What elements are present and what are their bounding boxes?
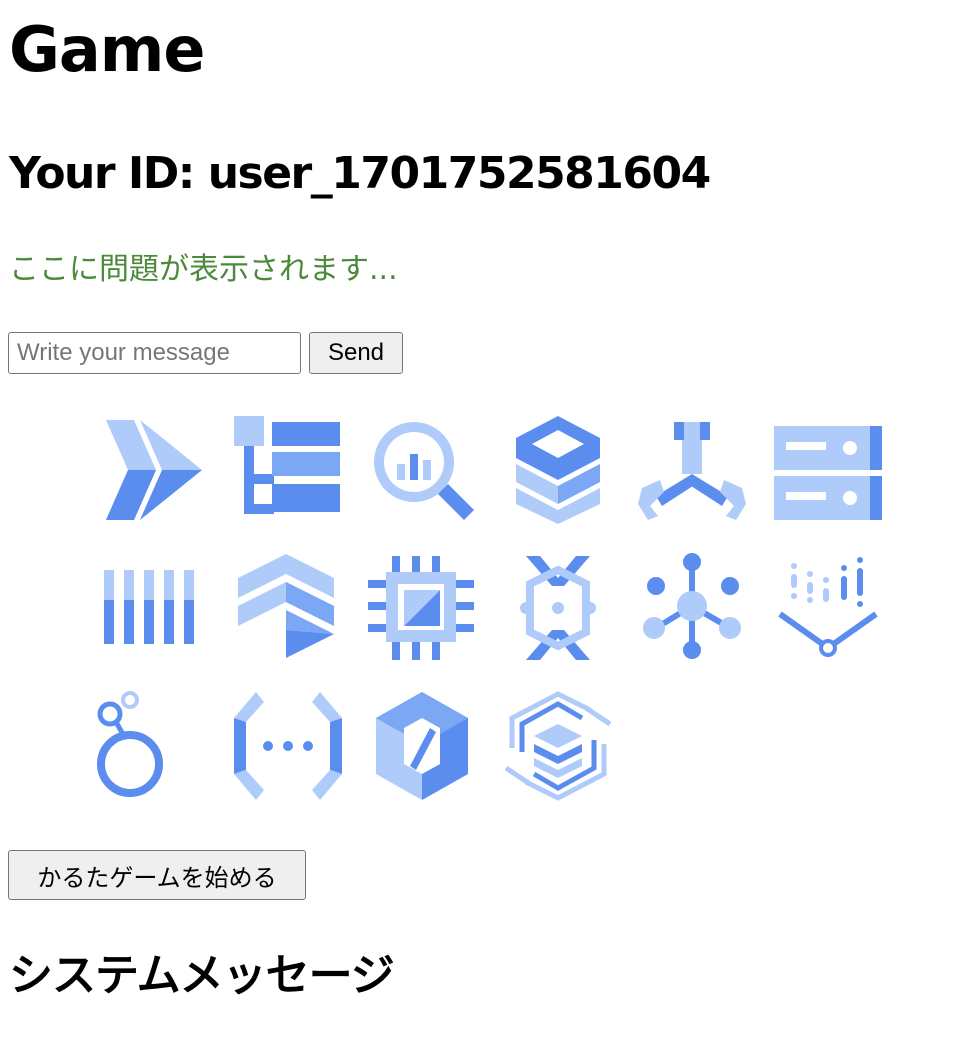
user-id-heading: Your ID: user_1701752581604 <box>9 148 711 199</box>
start-karuta-button[interactable]: かるたゲームを始める <box>8 850 306 900</box>
dataproc-icon[interactable] <box>500 550 616 666</box>
cloud-storage-icon[interactable] <box>500 412 616 528</box>
bigquery-icon[interactable] <box>364 412 480 528</box>
pubsub-columns-icon[interactable] <box>96 550 212 666</box>
network-hub-icon[interactable] <box>634 550 750 666</box>
filestore-icon[interactable] <box>770 412 886 528</box>
looker-icon[interactable] <box>86 688 202 804</box>
tools-icon[interactable] <box>634 412 750 528</box>
compute-engine-icon[interactable] <box>364 550 480 666</box>
security-hexagon-icon[interactable] <box>364 688 480 804</box>
deployment-manager-icon[interactable] <box>230 550 346 666</box>
cloud-functions-icon[interactable] <box>230 688 346 804</box>
dataflow-icon[interactable] <box>96 412 212 528</box>
spiral-stack-icon[interactable] <box>500 688 616 804</box>
system-messages-heading: システムメッセージ <box>9 950 395 1001</box>
send-button[interactable]: Send <box>309 332 403 374</box>
message-input[interactable] <box>8 332 301 374</box>
question-text: ここに問題が表示されます... <box>9 252 398 287</box>
vertex-ai-icon[interactable] <box>770 550 886 666</box>
page-title: Game <box>9 13 205 86</box>
data-catalog-icon[interactable] <box>230 412 346 528</box>
